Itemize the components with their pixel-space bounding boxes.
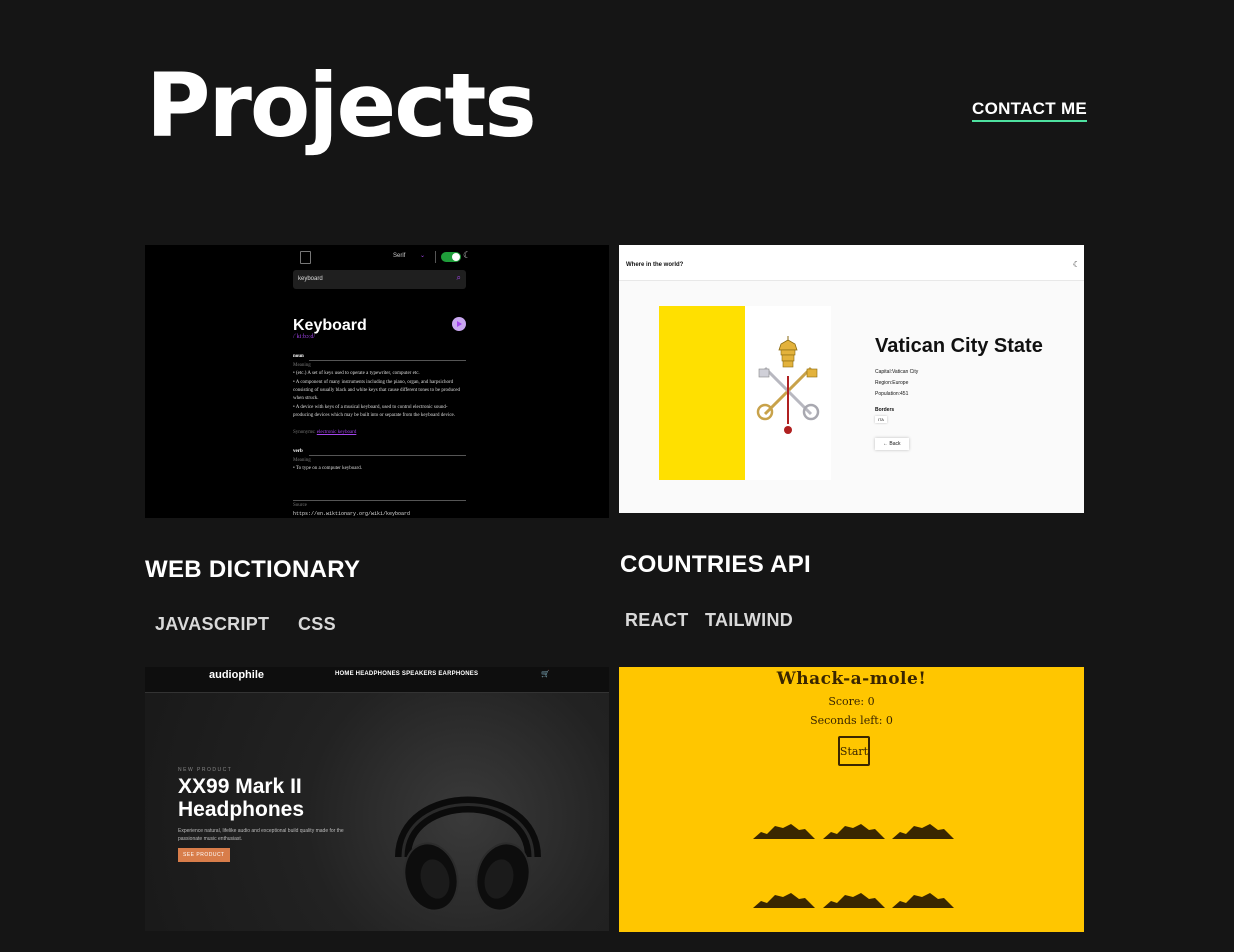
phonetic-text: /ˈkiːbɔːd/ bbox=[293, 334, 315, 340]
noun-label: noun bbox=[293, 354, 304, 359]
synonyms-line: Synonyms: electronic keyboard bbox=[293, 430, 357, 435]
divider bbox=[309, 455, 466, 456]
countries-api-thumbnail[interactable]: Where in the world? ☾ Vatican City State… bbox=[619, 245, 1084, 513]
web-dictionary-thumbnail[interactable]: Serif ⌄ ☾ keyboard ⌕ Keyboard /ˈkiːbɔːd/… bbox=[145, 245, 609, 518]
tech-tag: REACT bbox=[625, 610, 689, 630]
coat-of-arms-icon bbox=[756, 336, 820, 434]
mole-hole-icon bbox=[753, 893, 815, 908]
app-brand: Where in the world? bbox=[626, 262, 684, 268]
back-button: ← Back bbox=[875, 438, 909, 450]
chevron-down-icon: ⌄ bbox=[420, 253, 426, 259]
game-title: Whack-a-mole! bbox=[776, 669, 927, 689]
tech-tag: TAILWIND bbox=[705, 610, 794, 630]
contact-me-link[interactable]: CONTACT ME bbox=[972, 99, 1088, 122]
project-title: WEB DICTIONARY bbox=[145, 556, 361, 583]
country-name: Vatican City State bbox=[875, 335, 1043, 357]
divider bbox=[293, 500, 466, 501]
search-icon: ⌕ bbox=[456, 273, 461, 282]
audiophile-thumbnail[interactable]: audiophile HOME HEADPHONES SPEAKERS EARP… bbox=[145, 667, 609, 931]
seconds-left-text: Seconds left: 0 bbox=[810, 714, 893, 727]
hero-headline: XX99 Mark II Headphones bbox=[178, 775, 305, 821]
dictionary-app-preview: Serif ⌄ ☾ keyboard ⌕ Keyboard /ˈkiːbɔːd/… bbox=[293, 245, 472, 518]
capital-text: Capital:Vatican City bbox=[875, 369, 919, 375]
source-url: https://en.wiktionary.org/wiki/keyboard bbox=[293, 511, 411, 517]
definition-item: • A device with keys of a musical keyboa… bbox=[293, 405, 456, 418]
score-text: Score: 0 bbox=[828, 695, 875, 708]
hero-description: Experience natural, lifelike audio and e… bbox=[178, 828, 344, 842]
word-heading: Keyboard bbox=[293, 317, 367, 334]
meaning-label: Meaning bbox=[293, 363, 311, 368]
mole-hole-icon bbox=[753, 824, 815, 839]
audiophile-nav: audiophile HOME HEADPHONES SPEAKERS EARP… bbox=[145, 667, 609, 693]
font-select: Serif bbox=[393, 253, 406, 259]
whack-a-mole-thumbnail[interactable]: Whack-a-mole! Score: 0 Seconds left: 0 S… bbox=[619, 667, 1084, 932]
vatican-flag-image bbox=[659, 306, 831, 480]
mole-hole-icon bbox=[823, 824, 885, 839]
divider bbox=[309, 360, 466, 361]
mole-hole-icon bbox=[823, 893, 885, 908]
mole-hole-icon bbox=[892, 893, 954, 908]
page-title: Projects bbox=[146, 54, 537, 157]
verb-label: verb bbox=[293, 449, 303, 454]
audiophile-logo: audiophile bbox=[209, 669, 264, 681]
borders-label: Borders bbox=[875, 407, 895, 413]
meaning-label: Meaning bbox=[293, 458, 311, 463]
moon-icon: ☾ bbox=[1072, 260, 1080, 269]
search-input: keyboard ⌕ bbox=[293, 270, 466, 289]
moon-icon: ☾ bbox=[463, 250, 472, 260]
cart-icon: 🛒 bbox=[541, 671, 550, 678]
region-text: Region:Europe bbox=[875, 380, 909, 386]
source-label: Source bbox=[293, 503, 307, 508]
project-title: COUNTRIES API bbox=[620, 551, 812, 578]
overline-text: NEW PRODUCT bbox=[178, 767, 233, 773]
start-button: Start bbox=[838, 736, 870, 766]
play-icon bbox=[452, 317, 466, 331]
headphones-image bbox=[395, 796, 541, 912]
definition-item: • To type on a computer keyboard. bbox=[293, 466, 362, 471]
definition-item: • A component of many instruments includ… bbox=[293, 380, 460, 401]
tech-tag: JAVASCRIPT bbox=[155, 614, 270, 634]
definition-item: • (etc.) A set of keys used to operate a… bbox=[293, 371, 420, 376]
mole-hole-icon bbox=[892, 824, 954, 839]
book-icon bbox=[300, 251, 311, 264]
population-text: Population:451 bbox=[875, 391, 909, 397]
border-chip: ITA bbox=[875, 416, 887, 423]
nav-links: HOME HEADPHONES SPEAKERS EARPHONES bbox=[335, 671, 479, 677]
see-product-button: SEE PRODUCT bbox=[178, 848, 230, 862]
theme-toggle bbox=[441, 252, 461, 262]
divider bbox=[435, 251, 436, 263]
tech-tag: CSS bbox=[298, 614, 336, 634]
app-header: Where in the world? ☾ bbox=[619, 245, 1084, 281]
